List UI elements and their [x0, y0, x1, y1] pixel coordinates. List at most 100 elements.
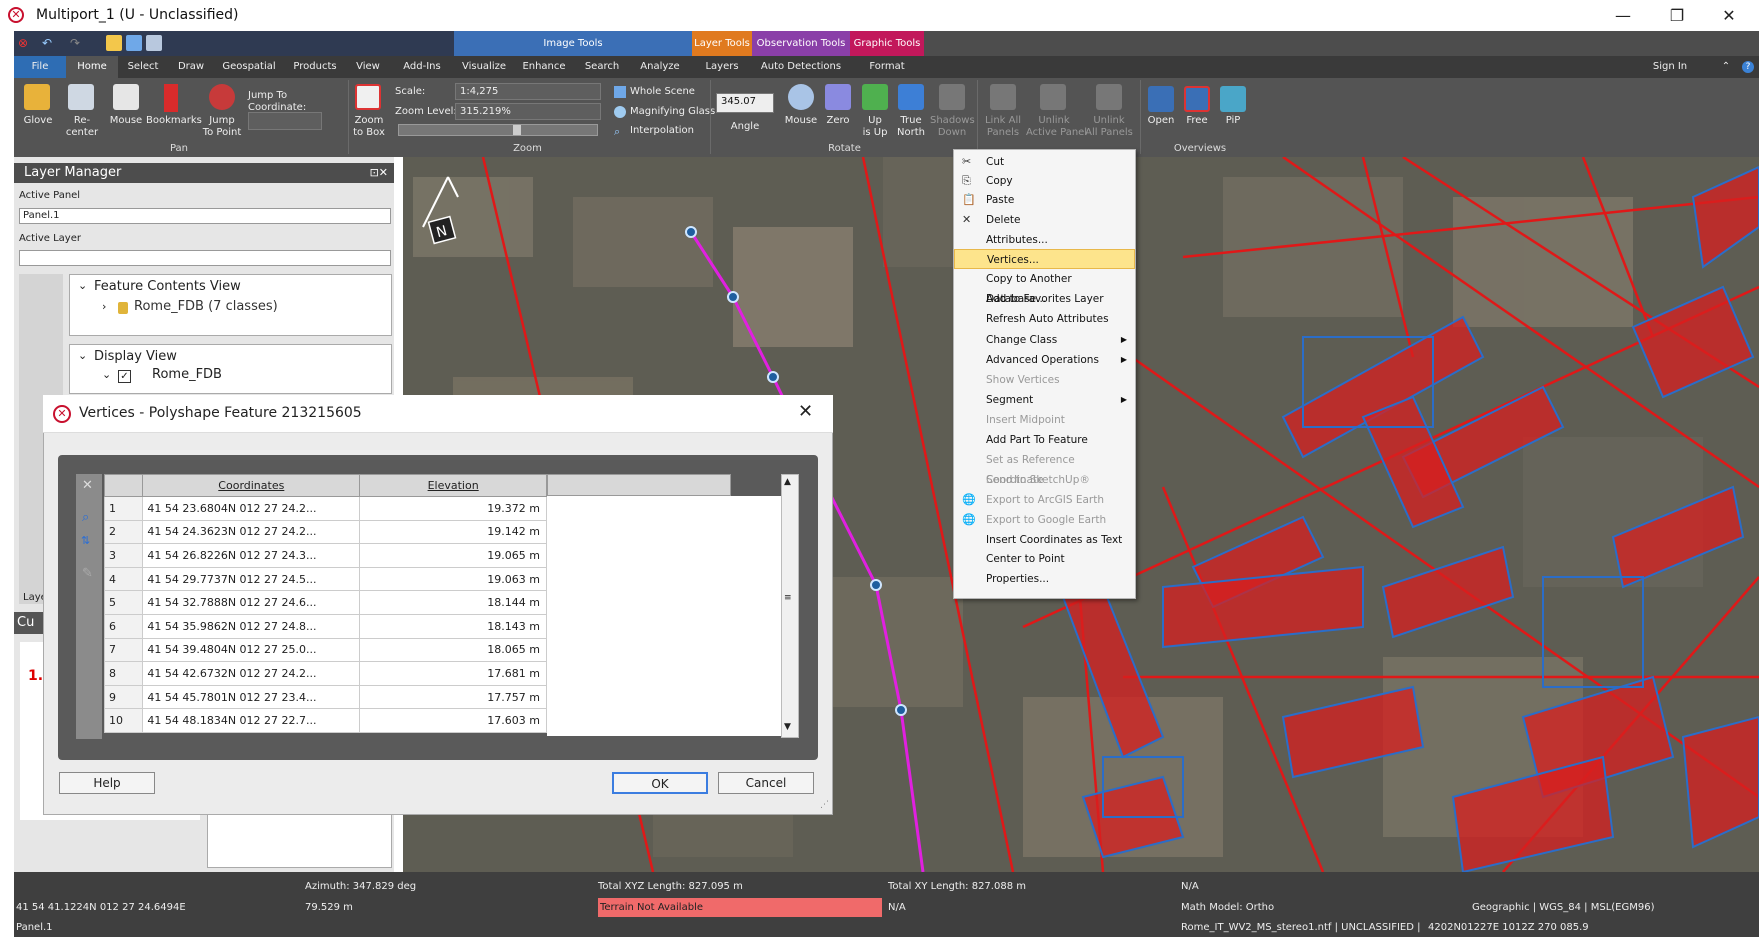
ok-button[interactable]: OK — [612, 772, 708, 794]
tab-view[interactable]: View — [346, 56, 390, 78]
menu-item-add-to-favorites-layer[interactable]: Add to Favorites Layer — [954, 289, 1135, 309]
tab-visualize[interactable]: Visualize — [454, 56, 514, 78]
select-icon[interactable] — [106, 35, 122, 51]
tab-enhance[interactable]: Enhance — [514, 56, 574, 78]
scale-combo[interactable]: 1:4,275 — [455, 83, 601, 100]
free-overview-icon[interactable] — [1184, 86, 1210, 112]
help-button[interactable]: Help — [59, 772, 155, 794]
tab-format[interactable]: Format — [850, 56, 924, 78]
zoom-slider-thumb[interactable] — [513, 125, 521, 135]
scroll-down-icon[interactable]: ▼ — [784, 722, 791, 732]
elevation-cell[interactable]: 18.143 m — [359, 613, 547, 639]
tab-products[interactable]: Products — [284, 56, 346, 78]
delete-icon[interactable]: ✕ — [82, 478, 93, 493]
table-row[interactable]: 9 41 54 45.7801N 012 27 23.4... 17.757 m — [103, 684, 547, 710]
globe-icon[interactable] — [209, 84, 235, 110]
table-row[interactable]: 10 41 54 48.1834N 012 27 22.7... 17.603 m — [103, 708, 547, 733]
column-header-coordinates[interactable]: Coordinates — [142, 474, 361, 497]
menu-item-segment[interactable]: Segment ▶ — [954, 390, 1135, 410]
undo-icon[interactable]: ↶ — [42, 36, 52, 50]
true-north-icon[interactable] — [898, 84, 924, 110]
glove-button[interactable]: Glove — [18, 115, 58, 127]
elevation-cell[interactable]: 19.142 m — [359, 519, 547, 545]
coordinate-cell[interactable]: 41 54 23.6804N 012 27 24.2... — [142, 496, 361, 521]
menu-item-copy[interactable]: Copy ⎘ — [954, 171, 1135, 191]
chevron-down-icon[interactable]: ⌄ — [78, 349, 87, 362]
menu-item-copy-to-another-database[interactable]: Copy to Another Database... — [954, 269, 1135, 305]
table-row[interactable]: 3 41 54 26.8226N 012 27 24.3... 19.065 m — [103, 543, 547, 568]
elevation-cell[interactable]: 17.681 m — [359, 661, 547, 686]
coordinate-cell[interactable]: 41 54 48.1834N 012 27 22.7... — [142, 708, 361, 733]
zoom-slider[interactable] — [398, 124, 598, 136]
table-row[interactable]: 6 41 54 35.9862N 012 27 24.8... 18.143 m — [103, 613, 547, 639]
whole-scene-button[interactable]: Whole Scene — [630, 86, 695, 98]
feature-db-item[interactable]: Rome_FDB (7 classes) — [134, 299, 278, 314]
help-icon[interactable]: ? — [1742, 61, 1754, 73]
magnifying-glass-button[interactable]: Magnifying Glass — [630, 106, 715, 118]
mouse-icon[interactable] — [113, 84, 139, 110]
active-panel-combo[interactable]: Panel.1 — [19, 208, 391, 224]
table-row[interactable]: 8 41 54 42.6732N 012 27 24.2... 17.681 m — [103, 661, 547, 686]
active-layer-combo[interactable] — [19, 250, 391, 266]
column-header-elevation[interactable]: Elevation — [359, 474, 547, 497]
menu-item-center-to-point[interactable]: Center to Point — [954, 549, 1135, 569]
coordinate-cell[interactable]: 41 54 45.7801N 012 27 23.4... — [142, 684, 361, 710]
tab-add-ins[interactable]: Add-Ins — [390, 56, 454, 78]
angle-input[interactable]: 345.07 — [716, 93, 774, 113]
cancel-button[interactable]: Cancel — [718, 772, 814, 794]
menu-item-paste[interactable]: Paste 📋 — [954, 190, 1135, 210]
chevron-down-icon[interactable]: ⌄ — [78, 279, 87, 292]
minimize-button[interactable]: — — [1608, 4, 1638, 28]
menu-item-cut[interactable]: Cut ✂ — [954, 152, 1135, 172]
table-row[interactable]: 5 41 54 32.7888N 012 27 24.6... 18.144 m — [103, 590, 547, 615]
maximize-button[interactable]: ❐ — [1662, 4, 1692, 28]
coordinate-cell[interactable]: 41 54 39.4804N 012 27 25.0... — [142, 637, 361, 663]
coordinate-cell[interactable]: 41 54 29.7737N 012 27 24.5... — [142, 566, 361, 592]
layers-icon[interactable] — [126, 35, 142, 51]
tab-select[interactable]: Select — [118, 56, 168, 78]
bookmarks-button[interactable]: Bookmarks — [146, 115, 202, 127]
sign-in-link[interactable]: Sign In — [1640, 56, 1700, 78]
collapse-ribbon-icon[interactable]: ⌃ — [1718, 56, 1734, 78]
open-overview-button[interactable]: Open — [1142, 115, 1180, 127]
jump-to-point-button[interactable]: Jump To Point — [200, 115, 244, 139]
tab-file[interactable]: File — [14, 56, 66, 78]
display-db-item[interactable]: Rome_FDB — [152, 367, 222, 382]
table-row[interactable]: 4 41 54 29.7737N 012 27 24.5... 19.063 m — [103, 566, 547, 592]
menu-item-delete[interactable]: Delete ✕ — [954, 210, 1135, 230]
jump-coordinate-input[interactable] — [248, 112, 322, 130]
zero-icon[interactable] — [825, 84, 851, 110]
menu-item-refresh-auto-attributes[interactable]: Refresh Auto Attributes — [954, 309, 1135, 329]
resize-grip-icon[interactable]: ⋰ — [820, 800, 829, 810]
recenter-icon[interactable] — [68, 84, 94, 110]
chevron-right-icon[interactable]: › — [102, 300, 106, 313]
elevation-cell[interactable]: 17.603 m — [359, 708, 547, 733]
pip-icon[interactable] — [1220, 86, 1246, 112]
tab-auto-detections[interactable]: Auto Detections — [752, 56, 850, 78]
recenter-button[interactable]: Re-center — [58, 115, 106, 139]
close-button[interactable]: ✕ — [1714, 4, 1744, 28]
tool-icon[interactable] — [146, 35, 162, 51]
up-arrow-icon[interactable] — [862, 84, 888, 110]
tab-draw[interactable]: Draw — [168, 56, 214, 78]
menu-item-vertices[interactable]: Vertices... — [954, 249, 1135, 269]
table-row[interactable]: 2 41 54 24.3623N 012 27 24.2... 19.142 m — [103, 519, 547, 545]
scroll-up-icon[interactable]: ▲ — [784, 477, 791, 487]
scroll-thumb[interactable]: ≡ — [784, 593, 792, 603]
menu-item-change-class[interactable]: Change Class ▶ — [954, 330, 1135, 350]
pane-close-icon[interactable]: ⊡✕ — [370, 163, 388, 183]
table-row[interactable]: 1 41 54 23.6804N 012 27 24.2... 19.372 m — [103, 496, 547, 521]
zoom-to-box-button[interactable]: Zoom to Box — [350, 115, 388, 139]
dialog-close-icon[interactable]: ✕ — [798, 401, 813, 422]
menu-item-add-part-to-feature[interactable]: Add Part To Feature — [954, 430, 1135, 450]
coordinate-cell[interactable]: 41 54 26.8226N 012 27 24.3... — [142, 543, 361, 568]
interpolation-button[interactable]: Interpolation — [630, 125, 694, 137]
coordinate-cell[interactable]: 41 54 42.6732N 012 27 24.2... — [142, 661, 361, 686]
app-menu-icon[interactable]: ⊗ — [18, 36, 28, 50]
tab-analyze[interactable]: Analyze — [630, 56, 690, 78]
coordinate-cell[interactable]: 41 54 24.3623N 012 27 24.2... — [142, 519, 361, 545]
grid-scrollbar[interactable]: ▲ ≡ ▼ — [781, 474, 799, 738]
tab-search[interactable]: Search — [574, 56, 630, 78]
coordinate-cell[interactable]: 41 54 32.7888N 012 27 24.6... — [142, 590, 361, 615]
table-row[interactable]: 7 41 54 39.4804N 012 27 25.0... 18.065 m — [103, 637, 547, 663]
